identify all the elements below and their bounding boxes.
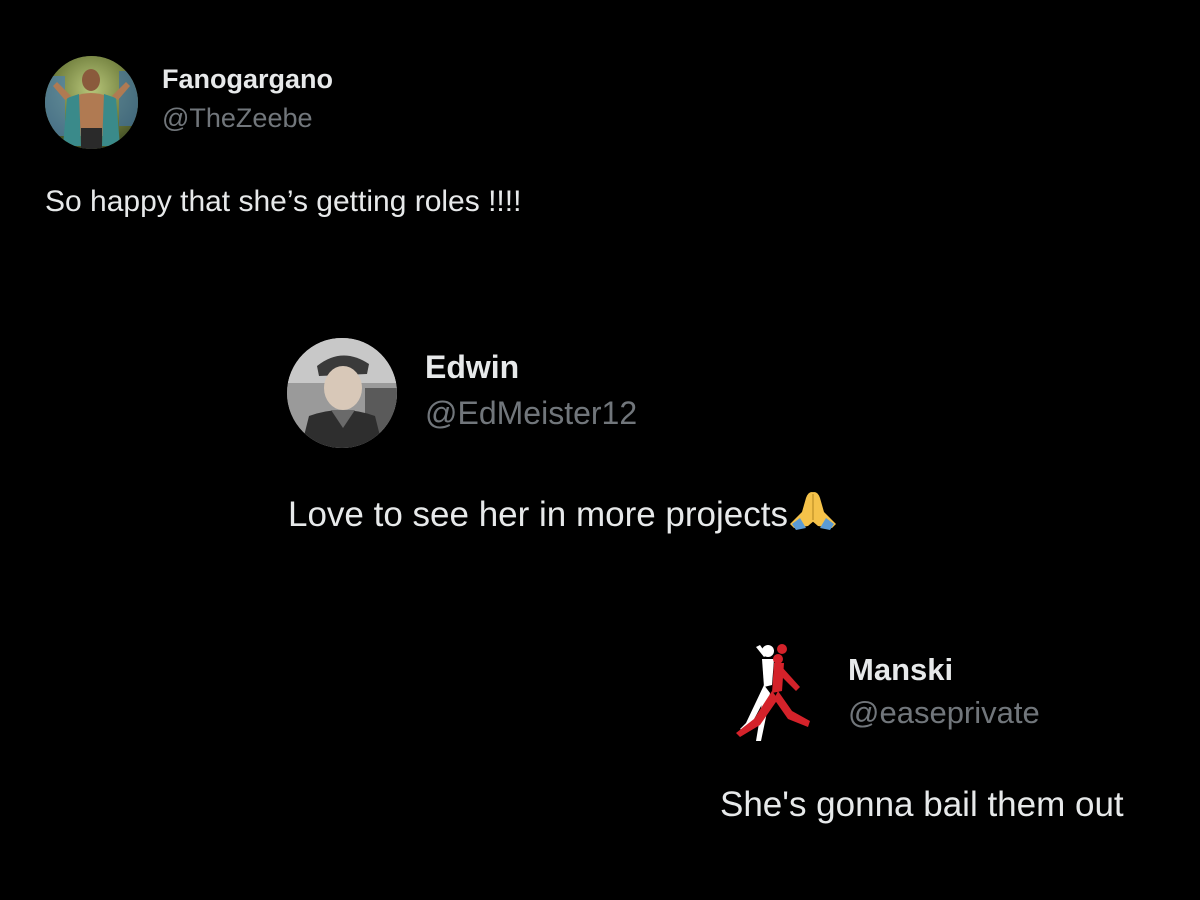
tweet-text: Love to see her in more projects <box>288 495 788 534</box>
user-handle[interactable]: @TheZeebe <box>162 103 313 134</box>
display-name[interactable]: Fanogargano <box>162 64 333 95</box>
display-name[interactable]: Manski <box>848 652 953 688</box>
folded-hands-emoji-icon: 🙏 <box>788 490 838 539</box>
avatar[interactable] <box>720 637 828 745</box>
avatar[interactable] <box>287 338 397 448</box>
tweet-text-container: Love to see her in more projects 🙏 <box>288 490 838 539</box>
tweet-text: She's gonna bail them out <box>720 785 1124 824</box>
user-handle[interactable]: @easeprivate <box>848 695 1040 731</box>
user-handle[interactable]: @EdMeister12 <box>425 395 637 432</box>
display-name[interactable]: Edwin <box>425 349 519 386</box>
avatar[interactable] <box>45 56 138 149</box>
tweet-text: So happy that she’s getting roles !!!! <box>45 185 522 218</box>
wrestler-avatar-icon <box>45 56 138 149</box>
man-with-cap-avatar-icon <box>287 338 397 448</box>
jumpman-logo-avatar-icon <box>720 637 828 745</box>
